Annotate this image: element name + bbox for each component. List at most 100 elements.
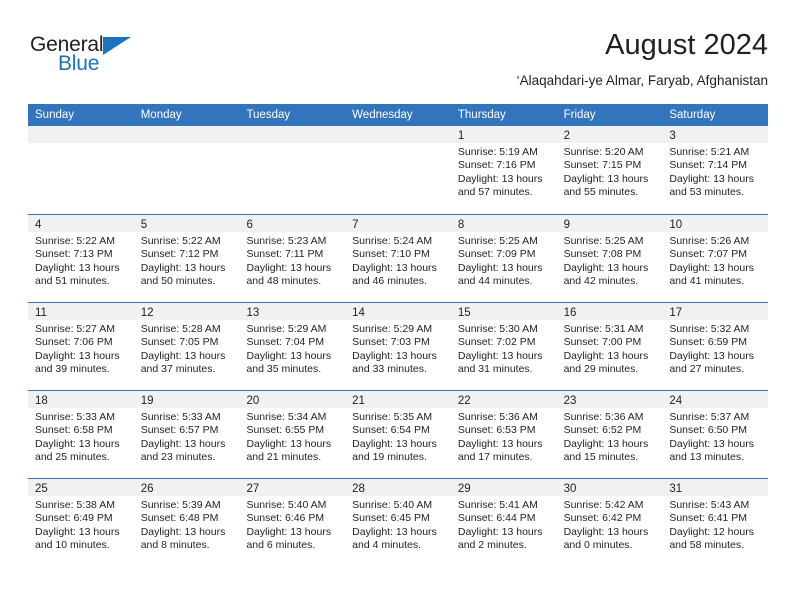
day-detail-line: Sunset: 6:41 PM [669,512,747,525]
day-number: 9 [563,219,570,231]
day-detail-line: and 2 minutes. [457,539,527,552]
calendar-day-cell[interactable]: 14 Sunrise: 5:29 AM Sunset: 7:03 PM Dayligh… [345,303,451,390]
calendar-day-cell-empty [239,126,346,214]
calendar-day-cell[interactable]: 5 Sunrise: 5:22 AM Sunset: 7:12 PM Daylight… [133,215,240,302]
day-number-band: 21 [345,391,451,408]
weekday-header-tuesday: Tuesday [246,109,291,121]
calendar-day-cell[interactable]: 10 Sunrise: 5:26 AM Sunset: 7:07 PM Dayligh… [662,215,769,302]
calendar-day-cell[interactable]: 11 Sunrise: 5:27 AM Sunset: 7:06 PM Dayligh… [28,303,134,390]
calendar-day-cell[interactable]: 17 Sunrise: 5:32 AM Sunset: 6:59 PM Dayligh… [662,303,769,390]
calendar-day-cell[interactable]: 19 Sunrise: 5:33 AM Sunset: 6:57 PM Dayligh… [133,391,240,478]
day-detail-line: Sunrise: 5:31 AM [563,323,644,335]
day-detail-line: and 31 minutes. [457,363,533,376]
calendar-day-cell[interactable]: 24 Sunrise: 5:37 AM Sunset: 6:50 PM Dayligh… [662,391,769,478]
day-detail-line: Sunset: 6:53 PM [457,424,536,437]
day-detail-line: Sunset: 7:00 PM [563,336,642,349]
day-detail-line: and 4 minutes. [352,539,422,552]
calendar-week-row: 4 Sunrise: 5:22 AM Sunset: 7:13 PM Daylight… [28,214,769,302]
calendar-day-cell[interactable]: 18 Sunrise: 5:33 AM Sunset: 6:58 PM Dayligh… [28,391,134,478]
calendar-day-cell[interactable]: 13 Sunrise: 5:29 AM Sunset: 7:04 PM Dayligh… [239,303,346,390]
day-details: Sunrise: 5:29 AM Sunset: 7:03 PM Daylight:… [345,320,451,377]
day-details: Sunrise: 5:43 AM Sunset: 6:41 PM Daylight:… [662,496,768,553]
page-title: August 2024 [605,29,768,61]
day-number-band: 15 [450,303,557,320]
calendar-day-cell[interactable]: 28 Sunrise: 5:40 AM Sunset: 6:45 PM Dayligh… [345,479,451,566]
calendar-week-row: 18 Sunrise: 5:33 AM Sunset: 6:58 PM Dayligh… [28,390,769,478]
calendar-day-cell[interactable]: 20 Sunrise: 5:34 AM Sunset: 6:55 PM Dayligh… [239,391,346,478]
calendar-day-cell[interactable]: 31 Sunrise: 5:43 AM Sunset: 6:41 PM Dayligh… [662,479,769,566]
day-details: Sunrise: 5:23 AM Sunset: 7:11 PM Daylight:… [239,232,345,289]
day-detail-line: Sunset: 7:03 PM [352,336,430,349]
day-details: Sunrise: 5:31 AM Sunset: 7:00 PM Daylight:… [557,320,663,377]
day-detail-line: and 8 minutes. [140,539,210,552]
day-detail-line: and 25 minutes. [35,451,110,464]
calendar-day-cell[interactable]: 8 Sunrise: 5:25 AM Sunset: 7:09 PM Daylight… [450,215,557,302]
day-details: Sunrise: 5:34 AM Sunset: 6:55 PM Daylight:… [239,408,345,465]
day-detail-line: Sunset: 7:11 PM [246,248,324,261]
day-number-band: 12 [133,303,240,320]
day-detail-line: and 13 minutes. [669,451,745,464]
calendar-day-cell[interactable]: 9 Sunrise: 5:25 AM Sunset: 7:08 PM Daylight… [556,215,663,302]
general-blue-logo[interactable]: General Blue [30,34,160,82]
weekday-header-row: Sunday Monday Tuesday Wednesday Thursday Frid… [28,104,768,126]
logo-triangle-icon [103,37,131,55]
day-detail-line: Sunrise: 5:38 AM [35,499,115,511]
calendar-day-cell[interactable]: 26 Sunrise: 5:39 AM Sunset: 6:48 PM Dayligh… [133,479,240,566]
day-detail-line: Daylight: 13 hours [563,525,649,538]
calendar-day-cell[interactable]: 2 Sunrise: 5:20 AM Sunset: 7:15 PM Daylight… [556,126,663,214]
day-number: 7 [352,219,359,231]
day-number: 2 [563,130,570,142]
day-details: Sunrise: 5:22 AM Sunset: 7:12 PM Daylight:… [134,232,240,289]
day-number: 16 [563,307,577,319]
calendar-day-cell[interactable]: 21 Sunrise: 5:35 AM Sunset: 6:54 PM Dayligh… [345,391,451,478]
calendar-day-cell[interactable]: 23 Sunrise: 5:36 AM Sunset: 6:52 PM Dayligh… [556,391,663,478]
weekday-header-wednesday: Wednesday [352,109,413,121]
weekday-header-friday: Friday [563,109,596,121]
day-detail-line: Sunrise: 5:24 AM [352,235,433,247]
calendar-day-cell[interactable]: 29 Sunrise: 5:41 AM Sunset: 6:44 PM Dayligh… [450,479,557,566]
day-detail-line: Sunrise: 5:22 AM [140,235,221,247]
day-number-band: 24 [662,391,769,408]
day-number: 26 [140,483,154,495]
logo-text-blue: Blue [58,52,100,75]
day-number-band: 4 [28,215,134,232]
calendar-day-cell[interactable]: 12 Sunrise: 5:28 AM Sunset: 7:05 PM Dayligh… [133,303,240,390]
calendar-day-cell[interactable]: 25 Sunrise: 5:38 AM Sunset: 6:49 PM Dayligh… [28,479,134,566]
calendar-day-cell-empty [28,126,134,214]
day-detail-line: Daylight: 13 hours [352,349,437,362]
day-number-band: 18 [28,391,134,408]
calendar-day-cell[interactable]: 1 Sunrise: 5:19 AM Sunset: 7:16 PM Daylight… [450,126,557,214]
day-details: Sunrise: 5:32 AM Sunset: 6:59 PM Daylight:… [662,320,768,377]
day-details: Sunrise: 5:22 AM Sunset: 7:13 PM Daylight:… [28,232,134,289]
day-detail-line: Daylight: 13 hours [140,525,226,538]
day-detail-line: and 35 minutes. [246,363,322,376]
day-number: 22 [457,395,471,407]
calendar-day-cell[interactable]: 22 Sunrise: 5:36 AM Sunset: 6:53 PM Dayligh… [450,391,557,478]
page-header: General Blue August 2024 ‘Alaqahdari-ye … [28,28,768,100]
calendar-day-cell[interactable]: 16 Sunrise: 5:31 AM Sunset: 7:00 PM Dayligh… [556,303,663,390]
day-detail-line: and 58 minutes. [669,539,745,552]
day-detail-line: and 51 minutes. [35,275,110,288]
calendar-day-cell[interactable]: 6 Sunrise: 5:23 AM Sunset: 7:11 PM Daylight… [239,215,346,302]
calendar-day-cell[interactable]: 15 Sunrise: 5:30 AM Sunset: 7:02 PM Dayligh… [450,303,557,390]
weekday-header-saturday: Saturday [669,109,716,121]
day-detail-line: Sunrise: 5:22 AM [35,235,115,247]
day-number-band: 11 [28,303,134,320]
day-details: Sunrise: 5:40 AM Sunset: 6:46 PM Daylight:… [239,496,345,553]
day-detail-line: Sunrise: 5:36 AM [563,411,644,423]
title-block: August 2024 ‘Alaqahdari-ye Almar, Faryab… [517,28,768,90]
day-detail-line: and 19 minutes. [352,451,427,464]
calendar-day-cell[interactable]: 3 Sunrise: 5:21 AM Sunset: 7:14 PM Daylight… [662,126,769,214]
calendar-day-cell[interactable]: 7 Sunrise: 5:24 AM Sunset: 7:10 PM Daylight… [345,215,451,302]
calendar-day-cell[interactable]: 27 Sunrise: 5:40 AM Sunset: 6:46 PM Dayligh… [239,479,346,566]
calendar-day-cell[interactable]: 4 Sunrise: 5:22 AM Sunset: 7:13 PM Daylight… [28,215,134,302]
day-detail-line: Daylight: 13 hours [563,172,649,185]
calendar-day-cell[interactable]: 30 Sunrise: 5:42 AM Sunset: 6:42 PM Dayligh… [556,479,663,566]
day-detail-line: and 48 minutes. [246,275,322,288]
day-detail-line: Daylight: 13 hours [140,437,226,450]
day-detail-line: Daylight: 13 hours [563,437,649,450]
day-detail-line: Sunrise: 5:29 AM [352,323,433,335]
day-detail-line: Daylight: 13 hours [140,349,226,362]
day-detail-line: Daylight: 13 hours [457,172,543,185]
day-detail-line: and 10 minutes. [35,539,110,552]
